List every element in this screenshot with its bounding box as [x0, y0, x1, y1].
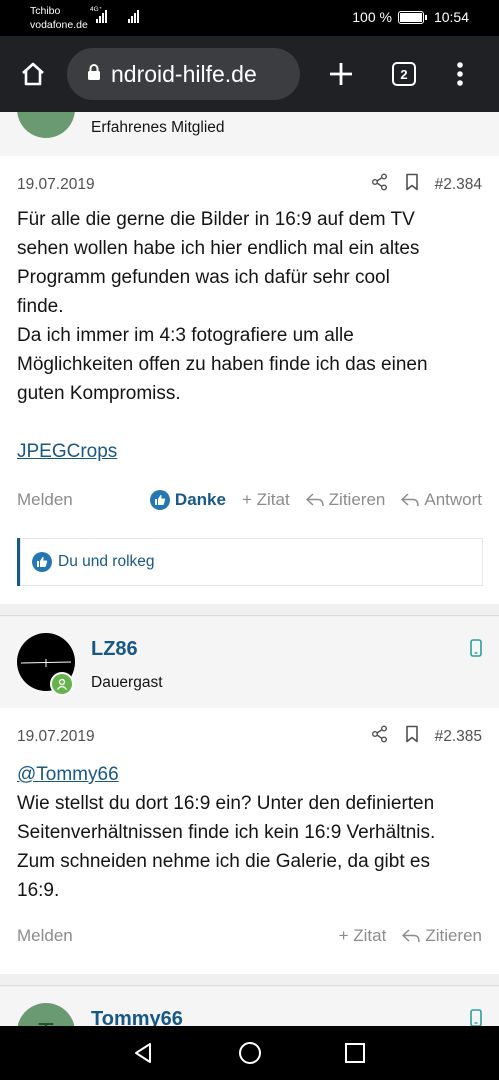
browser-toolbar: ndroid-hilfe.de 2 — [0, 36, 499, 112]
reply-button[interactable]: Antwort — [401, 490, 482, 510]
status-right: 100 % 10:54 — [352, 9, 469, 25]
share-icon[interactable] — [371, 173, 389, 196]
jpegcrops-link[interactable]: JPEGCrops — [17, 437, 487, 466]
post-line: Seitenverhältnissen finde ich kein 16:9 … — [17, 822, 436, 843]
post-date[interactable]: 19.07.2019 — [17, 728, 95, 746]
post-card: 19.07.2019 #2.384 Für alle die gerne die… — [0, 156, 499, 604]
like-button[interactable]: Danke — [149, 490, 226, 510]
post-line: Zum schneiden nehme ich die Galerie, da … — [17, 851, 430, 872]
post-footer: Melden Danke + Zitat Zitieren Antwort — [17, 490, 482, 510]
thumbs-up-icon — [149, 490, 170, 510]
quote-button[interactable]: + Zitat — [242, 490, 290, 510]
online-status-icon — [50, 672, 74, 696]
bookmark-icon[interactable] — [405, 725, 419, 748]
share-icon[interactable] — [371, 725, 389, 748]
post-line: guten Kompromiss. — [17, 383, 181, 404]
reply-icon — [305, 493, 324, 507]
home-icon[interactable] — [13, 54, 53, 94]
post-line: Wie stellst du dort 16:9 ein? Unter den … — [17, 793, 435, 814]
post-user-bar: LZ86 Dauergast — [0, 617, 499, 708]
username[interactable]: Tommy66 — [91, 1008, 183, 1026]
username[interactable]: LZ86 — [91, 638, 138, 661]
carrier-2: vodafone.de — [30, 19, 88, 31]
clock: 10:54 — [433, 9, 469, 25]
mobile-device-icon — [470, 639, 482, 662]
post-line: Programm gefunden was ich dafür sehr coo… — [17, 267, 390, 288]
tab-switcher-icon[interactable]: 2 — [384, 54, 424, 94]
reply-quote-button[interactable]: Zitieren — [305, 490, 386, 510]
url-bar[interactable]: ndroid-hilfe.de — [67, 48, 300, 100]
avatar[interactable] — [17, 112, 75, 138]
user-mention[interactable]: @Tommy66 — [17, 760, 487, 789]
carrier-1: Tchibo — [30, 5, 61, 17]
mobile-device-icon — [470, 1009, 482, 1026]
post-line: finde. — [17, 296, 64, 317]
post-body: @Tommy66 Wie stellst du dort 16:9 ein? U… — [17, 760, 487, 905]
post-actions: #2.384 — [371, 173, 482, 196]
quote-button[interactable]: + Zitat — [339, 926, 387, 946]
post-card: 19.07.2019 #2.385 @Tommy66 Wie stellst d… — [0, 708, 499, 974]
page-content[interactable]: Erfahrenes Mitglied 19.07.2019 #2.384 Fü… — [0, 112, 499, 1026]
thumbs-up-icon — [32, 552, 52, 572]
back-icon[interactable] — [128, 1038, 158, 1068]
post-user-bar: T Tommy66 — [0, 987, 499, 1026]
post-actions: #2.385 — [371, 725, 482, 748]
like-label: Danke — [174, 490, 226, 509]
new-tab-icon[interactable] — [321, 54, 361, 94]
system-nav-bar — [0, 1026, 499, 1080]
user-title: Dauergast — [91, 674, 163, 691]
reply-icon — [402, 929, 421, 943]
reply-quote-label: Zitieren — [425, 926, 482, 945]
post-line: sehen wollen habe ich hier endlich mal e… — [17, 238, 420, 259]
avatar[interactable]: T — [17, 1003, 75, 1026]
bookmark-icon[interactable] — [405, 173, 419, 196]
post-separator — [0, 974, 499, 986]
report-link[interactable]: Melden — [17, 926, 73, 946]
user-title: Erfahrenes Mitglied — [91, 119, 225, 136]
report-link[interactable]: Melden — [17, 490, 73, 510]
reply-label: Antwort — [424, 490, 482, 509]
battery-percent: 100 % — [352, 9, 392, 25]
post-line: 16:9. — [17, 880, 60, 901]
post-user-bar: Erfahrenes Mitglied — [0, 112, 499, 156]
likes-text: Du und rolkeg — [58, 553, 155, 570]
signal-icon-2 — [128, 9, 139, 23]
lock-icon — [87, 63, 101, 86]
avatar-letter: T — [38, 1017, 54, 1026]
reply-icon — [401, 493, 420, 507]
signal-icon-1 — [96, 9, 107, 23]
reply-quote-button[interactable]: Zitieren — [402, 926, 482, 946]
home-nav-icon[interactable] — [235, 1038, 265, 1068]
post-footer: Melden + Zitat Zitieren — [17, 926, 482, 946]
likes-summary[interactable]: Du und rolkeg — [17, 538, 483, 586]
post-line: Für alle die gerne die Bilder in 16:9 au… — [17, 209, 415, 230]
battery-icon — [397, 10, 427, 24]
post-date[interactable]: 19.07.2019 — [17, 176, 95, 194]
status-bar: Tchibo vodafone.de 4G⁺ 100 % 10:54 — [0, 0, 499, 36]
url-text: ndroid-hilfe.de — [111, 60, 257, 87]
reply-quote-label: Zitieren — [328, 490, 386, 509]
tab-count: 2 — [392, 62, 416, 86]
recents-icon[interactable] — [340, 1038, 370, 1068]
carrier-info: Tchibo vodafone.de — [30, 4, 88, 32]
post-separator — [0, 604, 499, 616]
post-line: Da ich immer im 4:3 fotografiere um alle — [17, 325, 354, 346]
post-number[interactable]: #2.385 — [435, 728, 482, 746]
post-line: Möglichkeiten offen zu haben finde ich d… — [17, 354, 428, 375]
post-body: Für alle die gerne die Bilder in 16:9 au… — [17, 205, 487, 466]
more-vert-icon[interactable] — [440, 54, 480, 94]
post-number[interactable]: #2.384 — [435, 176, 482, 194]
